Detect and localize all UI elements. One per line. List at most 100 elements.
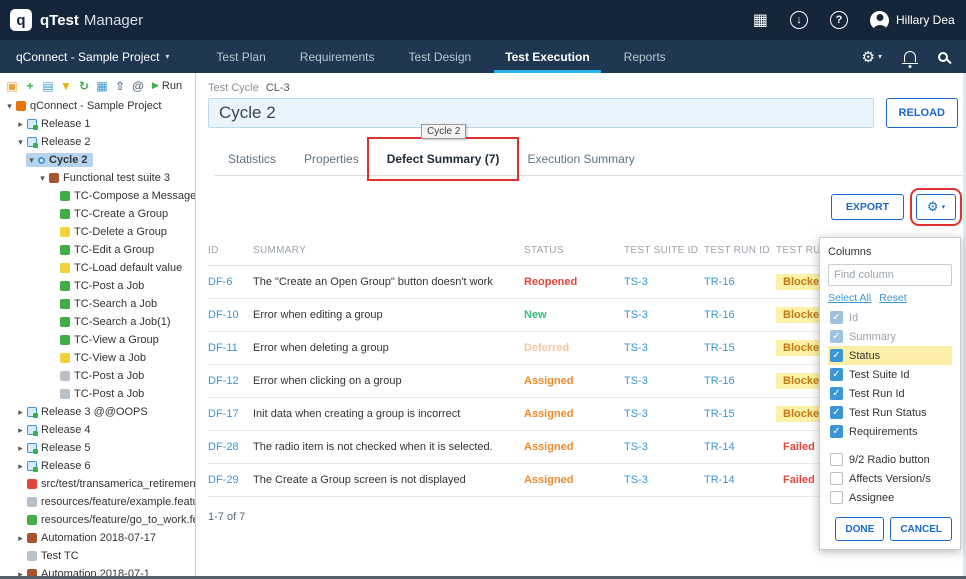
tree-item-release-3-oops[interactable]: ▸Release 3 @@OOPS xyxy=(0,403,195,421)
test-suite-id-link[interactable]: TS-3 xyxy=(624,408,704,420)
tab-execution-summary[interactable]: Execution Summary xyxy=(513,143,648,175)
column-header-test-suite-id[interactable]: TEST SUITE ID xyxy=(624,245,704,256)
find-column-input[interactable] xyxy=(828,264,952,286)
tree-item-tc-search-a-job-1[interactable]: TC-Search a Job(1) xyxy=(0,313,195,331)
checkbox-checked-icon[interactable]: ✓ xyxy=(830,425,843,438)
done-button[interactable]: DONE xyxy=(835,517,884,541)
refresh-icon[interactable]: ↻ xyxy=(77,79,91,93)
add-item-icon[interactable]: + xyxy=(23,79,37,93)
caret-right-icon[interactable]: ▸ xyxy=(15,533,26,544)
select-all-link[interactable]: Select All xyxy=(828,292,871,304)
defect-id-link[interactable]: DF-12 xyxy=(208,375,253,387)
test-run-id-link[interactable]: TR-14 xyxy=(704,474,776,486)
column-header-id[interactable]: ID xyxy=(208,245,253,256)
tree-item-functional-test-suite-3[interactable]: ▾Functional test suite 3 xyxy=(0,169,195,187)
checkbox-checked-icon[interactable]: ✓ xyxy=(830,387,843,400)
tree-item-release-6[interactable]: ▸Release 6 xyxy=(0,457,195,475)
tree-item-tc-edit-a-group[interactable]: TC-Edit a Group xyxy=(0,241,195,259)
tree-item-tc-post-a-job[interactable]: TC-Post a Job xyxy=(0,367,195,385)
nav-reports[interactable]: Reports xyxy=(607,40,683,73)
mail-icon[interactable]: @ xyxy=(131,79,145,93)
defect-id-link[interactable]: DF-11 xyxy=(208,342,253,354)
column-option-assignee[interactable]: Assignee xyxy=(828,488,952,507)
test-run-id-link[interactable]: TR-16 xyxy=(704,276,776,288)
new-item-icon[interactable]: ▣ xyxy=(5,79,19,93)
test-suite-id-link[interactable]: TS-3 xyxy=(624,342,704,354)
cycle-title-field[interactable]: Cycle 2 xyxy=(208,98,874,128)
project-selector[interactable]: qConnect - Sample Project ▾ xyxy=(0,40,185,73)
checkbox-checked-icon[interactable]: ✓ xyxy=(830,406,843,419)
grid-view-icon[interactable]: ▦ xyxy=(95,79,109,93)
tree-item-tc-search-a-job[interactable]: TC-Search a Job xyxy=(0,295,195,313)
test-run-id-link[interactable]: TR-15 xyxy=(704,408,776,420)
test-suite-id-link[interactable]: TS-3 xyxy=(624,375,704,387)
tree-item-cycle-2[interactable]: ▾Cycle 2 xyxy=(0,151,195,169)
checkbox-checked-icon[interactable]: ✓ xyxy=(830,311,843,324)
tab-statistics[interactable]: Statistics xyxy=(214,143,290,175)
checkbox-unchecked-icon[interactable] xyxy=(830,472,843,485)
checkbox-checked-icon[interactable]: ✓ xyxy=(830,368,843,381)
caret-right-icon[interactable]: ▸ xyxy=(15,407,26,418)
test-suite-id-link[interactable]: TS-3 xyxy=(624,309,704,321)
tree-item-tc-post-a-job[interactable]: TC-Post a Job xyxy=(0,385,195,403)
test-run-id-link[interactable]: TR-14 xyxy=(704,441,776,453)
tab-properties[interactable]: Properties xyxy=(290,143,373,175)
export-button[interactable]: EXPORT xyxy=(831,194,904,220)
caret-down-icon[interactable]: ▾ xyxy=(26,155,37,166)
search-icon[interactable] xyxy=(938,52,948,62)
test-run-id-link[interactable]: TR-16 xyxy=(704,375,776,387)
column-header-status[interactable]: STATUS xyxy=(524,245,624,256)
filter-icon[interactable]: ▼ xyxy=(59,79,73,93)
column-settings-button[interactable]: ⚙ ▾ xyxy=(916,194,956,220)
run-button[interactable]: ▶Run xyxy=(152,80,182,92)
caret-right-icon[interactable]: ▸ xyxy=(15,119,26,130)
tree-item-release-1[interactable]: ▸Release 1 xyxy=(0,115,195,133)
column-option-9-2-radio-button[interactable]: 9/2 Radio button xyxy=(828,450,952,469)
apps-grid-icon[interactable]: ▦ xyxy=(753,10,768,30)
tree-item-resources-feature-go-to-work-feature[interactable]: resources/feature/go_to_work.feature xyxy=(0,511,195,529)
notifications-bell-icon[interactable] xyxy=(904,51,916,62)
tree-item-resources-feature-example-feature[interactable]: resources/feature/example.feature xyxy=(0,493,195,511)
defect-id-link[interactable]: DF-17 xyxy=(208,408,253,420)
column-option-summary[interactable]: ✓Summary xyxy=(828,327,952,346)
reload-button[interactable]: RELOAD xyxy=(886,98,958,128)
caret-down-icon[interactable]: ▾ xyxy=(15,137,26,148)
caret-right-icon[interactable]: ▸ xyxy=(15,443,26,454)
tree-item-tc-load-default-value[interactable]: TC-Load default value xyxy=(0,259,195,277)
defect-id-link[interactable]: DF-28 xyxy=(208,441,253,453)
column-option-test-run-id[interactable]: ✓Test Run Id xyxy=(828,384,952,403)
user-name[interactable]: Hillary Dea xyxy=(896,13,966,27)
reset-link[interactable]: Reset xyxy=(879,292,906,304)
column-option-requirements[interactable]: ✓Requirements xyxy=(828,422,952,441)
tree-item-tc-create-a-group[interactable]: TC-Create a Group xyxy=(0,205,195,223)
column-option-affects-version-s[interactable]: Affects Version/s xyxy=(828,469,952,488)
column-option-test-run-status[interactable]: ✓Test Run Status xyxy=(828,403,952,422)
tree-item-test-tc[interactable]: Test TC xyxy=(0,547,195,565)
caret-down-icon[interactable]: ▾ xyxy=(4,101,15,112)
defect-id-link[interactable]: DF-10 xyxy=(208,309,253,321)
tree-item-qconnect-sample-project[interactable]: ▾qConnect - Sample Project xyxy=(0,97,195,115)
column-option-test-suite-id[interactable]: ✓Test Suite Id xyxy=(828,365,952,384)
defect-id-link[interactable]: DF-6 xyxy=(208,276,253,288)
tree-item-tc-post-a-job[interactable]: TC-Post a Job xyxy=(0,277,195,295)
column-header-summary[interactable]: SUMMARY xyxy=(253,245,524,256)
column-option-id[interactable]: ✓Id xyxy=(828,308,952,327)
caret-right-icon[interactable]: ▸ xyxy=(15,461,26,472)
checkbox-checked-icon[interactable]: ✓ xyxy=(830,349,843,362)
column-header-test-run-id[interactable]: TEST RUN ID xyxy=(704,245,776,256)
cancel-button[interactable]: CANCEL xyxy=(890,517,952,541)
checkbox-unchecked-icon[interactable] xyxy=(830,453,843,466)
tab-defect-summary-7[interactable]: Defect Summary (7) xyxy=(373,143,514,175)
tree-item-src-test-transamerica-retirements-features-verify[interactable]: src/test/transamerica_retirements/featur… xyxy=(0,475,195,493)
tree-item-automation-2018-07-17[interactable]: ▸Automation 2018-07-17 xyxy=(0,529,195,547)
tree-item-release-2[interactable]: ▾Release 2 xyxy=(0,133,195,151)
test-suite-id-link[interactable]: TS-3 xyxy=(624,474,704,486)
caret-down-icon[interactable]: ▾ xyxy=(37,173,48,184)
test-suite-id-link[interactable]: TS-3 xyxy=(624,441,704,453)
tree-item-tc-view-a-job[interactable]: TC-View a Job xyxy=(0,349,195,367)
tree-item-release-4[interactable]: ▸Release 4 xyxy=(0,421,195,439)
test-run-id-link[interactable]: TR-16 xyxy=(704,309,776,321)
nav-test-plan[interactable]: Test Plan xyxy=(199,40,282,73)
tree-item-release-5[interactable]: ▸Release 5 xyxy=(0,439,195,457)
test-run-id-link[interactable]: TR-15 xyxy=(704,342,776,354)
